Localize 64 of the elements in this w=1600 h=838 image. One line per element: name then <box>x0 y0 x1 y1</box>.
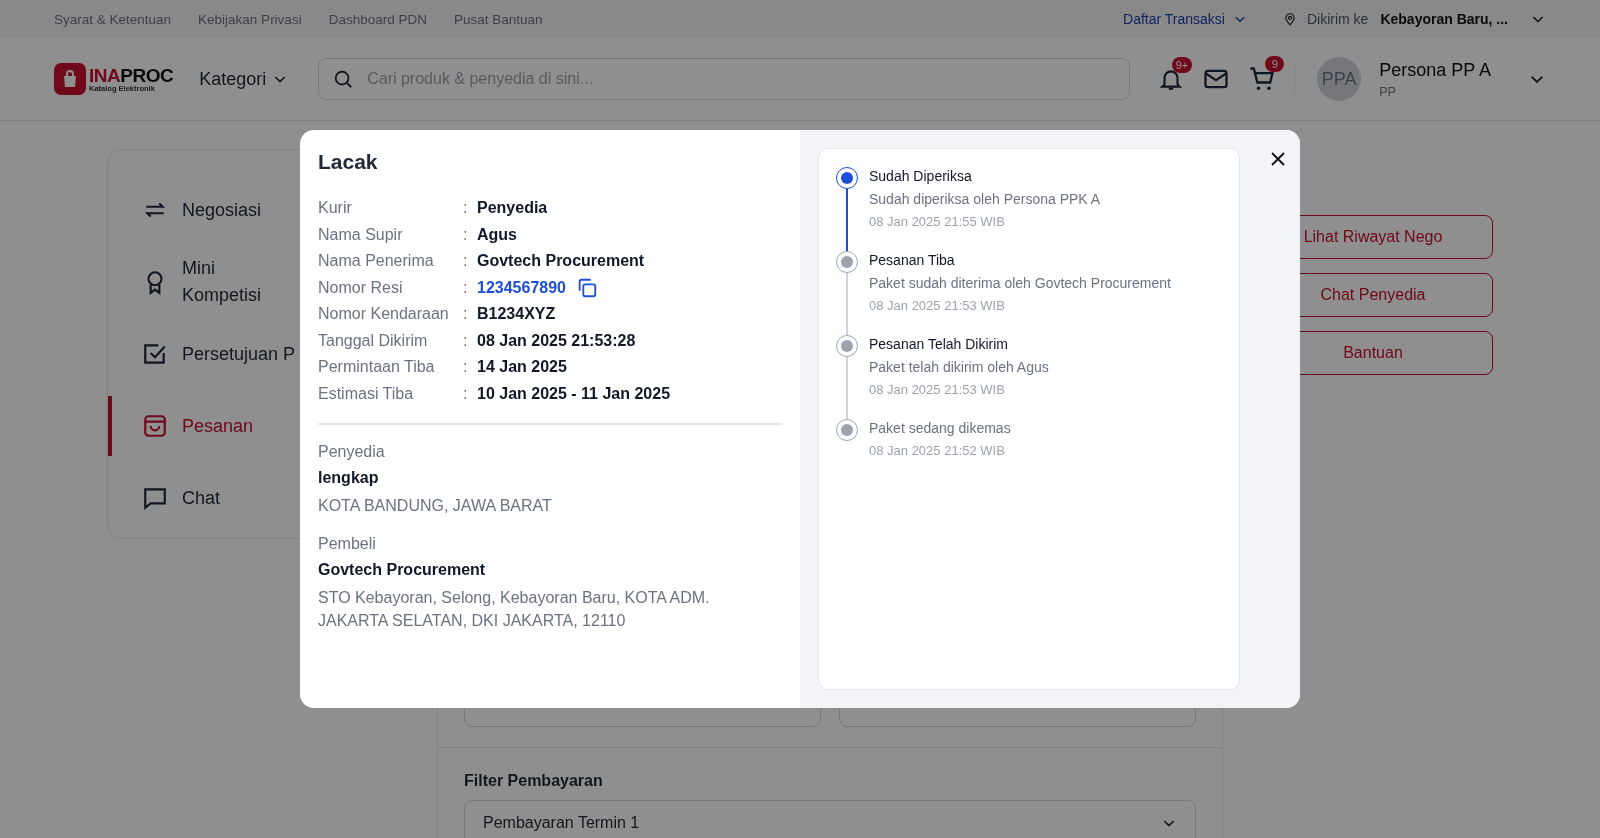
detail-value: Govtech Procurement <box>477 252 645 271</box>
detail-value: 10 Jan 2025 - 11 Jan 2025 <box>477 384 671 403</box>
timeline-title: Sudah Diperiksa <box>869 168 973 184</box>
party-address: STO Kebayoran, Selong, Kebayoran Baru, KOTA ADM. JAKARTA SELATAN, DKI JAKARTA, 12110 <box>318 588 711 631</box>
filter-label: Filter Pembayaran <box>464 772 604 790</box>
ship-address[interactable]: Kebayoran Baru, ... <box>1380 11 1508 27</box>
shopping-bag-icon <box>142 413 168 439</box>
detail-value: B1234XYZ <box>477 305 556 324</box>
ship-label: Dikirim ke <box>1306 11 1369 27</box>
detail-label: Permintaan Tiba <box>318 358 436 377</box>
colon-separator: : <box>463 305 469 324</box>
search-field[interactable]: Cari produk & penyedia di sini... <box>318 58 1131 100</box>
colon-separator: : <box>463 278 469 297</box>
timeline-time: 08 Jan 2025 21:53 WIB <box>869 298 1006 313</box>
user-role: PP <box>1379 84 1397 99</box>
detail-label: Kurir <box>318 199 353 218</box>
detail-label: Nomor Resi <box>318 278 404 297</box>
timeline-description: Sudah diperiksa oleh Persona PPK A <box>869 191 1101 207</box>
logo-wordmark[interactable]: INAPROC <box>89 65 174 85</box>
party-name: Govtech Procurement <box>318 561 487 580</box>
checkbox-icon <box>142 341 168 367</box>
user-name[interactable]: Persona PP A <box>1379 59 1510 81</box>
colon-separator: : <box>463 384 469 403</box>
timeline-title: Pesanan Telah Dikirim <box>869 336 1010 352</box>
timeline-time: 08 Jan 2025 21:52 WIB <box>869 443 1006 458</box>
timeline-description: Paket telah dikirim oleh Agus <box>869 359 1049 375</box>
transactions-dropdown[interactable]: Daftar Transaksi <box>1123 11 1247 27</box>
detail-label: Nomor Kendaraan <box>318 305 450 324</box>
timeline-title: Pesanan Tiba <box>869 252 956 268</box>
colon-separator: : <box>463 252 469 271</box>
timeline-time: 08 Jan 2025 21:55 WIB <box>869 214 1006 229</box>
chat-bubble-icon <box>142 485 168 511</box>
party-name: lengkap <box>318 469 380 487</box>
shopping-bag-logo-icon[interactable] <box>54 63 86 95</box>
payment-select[interactable]: Pembayaran Termin 1 <box>464 800 1196 838</box>
colon-separator: : <box>463 331 469 350</box>
detail-value: 14 Jan 2025 <box>477 358 567 377</box>
detail-label: Nama Supir <box>318 225 404 244</box>
colon-separator: : <box>463 199 469 218</box>
search-icon <box>332 68 355 90</box>
footer-link[interactable]: Kebijakan Privasi <box>198 11 302 27</box>
close-icon[interactable] <box>1269 150 1287 168</box>
timeline-description: Paket sedang dikemas <box>869 420 1011 436</box>
dialog-title: Lacak <box>318 150 379 174</box>
colon-separator: : <box>463 358 469 377</box>
detail-value: Penyedia <box>477 199 548 218</box>
detail-label: Nama Penerima <box>318 252 435 271</box>
category-dropdown[interactable]: Kategori <box>199 68 289 90</box>
detail-value: Agus <box>477 225 517 244</box>
footer-link[interactable]: Syarat & Ketentuan <box>54 11 172 27</box>
timeline-description: Paket sudah diterima oleh Govtech Procurement <box>869 275 1171 291</box>
notification-badge: 9+ <box>1171 57 1193 73</box>
cart-badge: 9 <box>1265 56 1285 72</box>
copy-icon[interactable] <box>576 276 598 299</box>
tracking-number-link[interactable]: 1234567890 <box>477 278 566 297</box>
party-heading: Pembeli <box>318 535 377 554</box>
colon-separator: : <box>463 225 469 244</box>
footer-link[interactable]: Pusat Bantuan <box>453 11 543 27</box>
party-address: KOTA BANDUNG, JAWA BARAT <box>318 496 553 516</box>
detail-value: 08 Jan 2025 21:53:28 <box>477 331 636 350</box>
timeline-time: 08 Jan 2025 21:53 WIB <box>869 382 1006 397</box>
detail-label: Tanggal Dikirim <box>318 331 429 350</box>
footer-link[interactable]: Dashboard PDN <box>328 11 427 27</box>
location-pin-icon <box>1282 12 1297 26</box>
